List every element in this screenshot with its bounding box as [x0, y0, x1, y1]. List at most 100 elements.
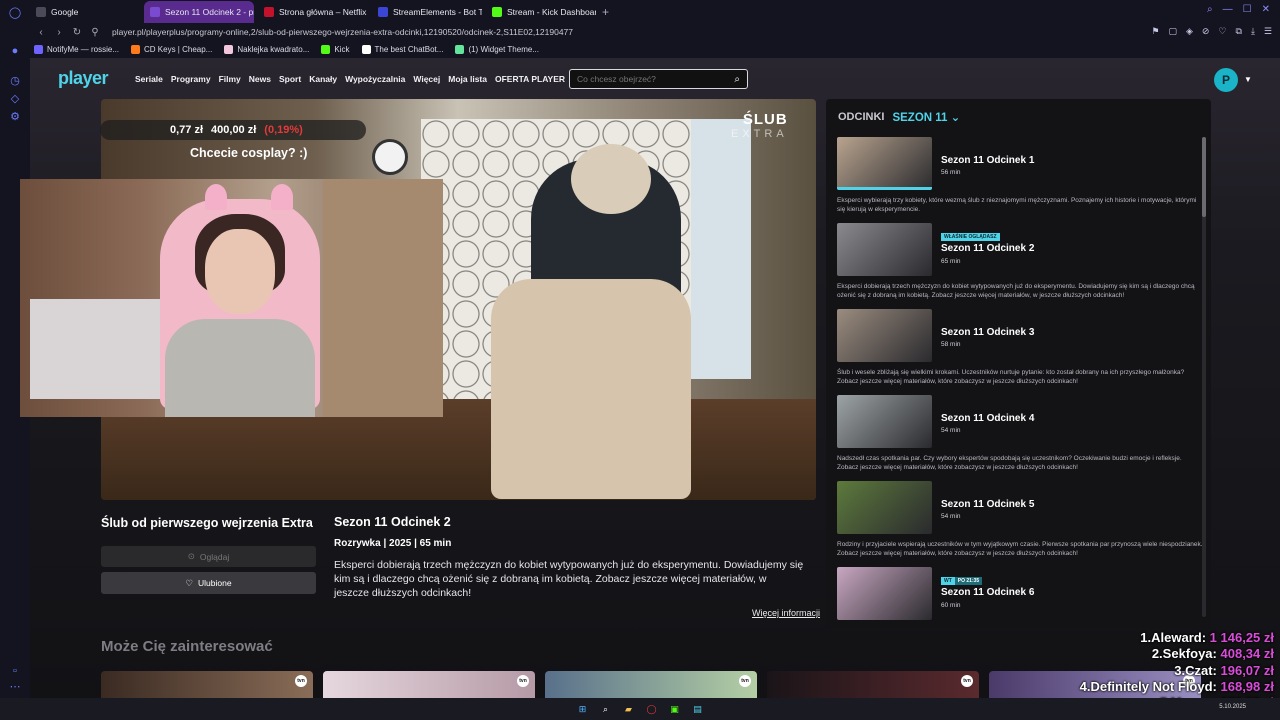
download-icon[interactable]: ⤓ [1251, 26, 1255, 37]
bookmark-item[interactable]: Kick [321, 44, 350, 54]
nav-item[interactable]: OFERTA PLAYER [495, 74, 565, 84]
recommend-title: Może Cię zainteresować [101, 638, 273, 655]
bookmark-icon[interactable]: ⚑ [1151, 26, 1159, 37]
nav-item[interactable]: Kanały [309, 74, 337, 84]
bookmark-item[interactable]: Naklejka kwadrato... [224, 44, 309, 54]
url-field[interactable]: player.pl/playerplus/programy-online,2/s… [112, 27, 573, 37]
bookmark-favicon-icon [224, 44, 234, 54]
episode-name[interactable]: Sezon 11 Odcinek 3 [941, 327, 1034, 338]
folder-icon[interactable]: ▰ [622, 703, 635, 716]
site-settings-icon[interactable]: ⚲ [88, 27, 102, 38]
snapshot-icon[interactable]: ▢ [1168, 26, 1177, 37]
heart-icon[interactable]: ♡ [1218, 26, 1226, 37]
episode-name[interactable]: Sezon 11 Odcinek 1 [941, 155, 1034, 166]
episode-thumbnail[interactable] [837, 481, 932, 534]
avatar[interactable]: P [1214, 68, 1238, 92]
episode-thumbnail[interactable] [837, 223, 932, 276]
episode-item[interactable]: Sezon 11 Odcinek 5 54 min Rodziny i przyja… [837, 481, 1203, 561]
nav-item[interactable]: Sport [279, 74, 301, 84]
recommend-card[interactable]: tvn [545, 671, 757, 698]
history-icon[interactable]: ◷ [8, 74, 22, 88]
episodes-scrollbar[interactable] [1202, 137, 1206, 617]
channel-logo: ŚLUB EXTRA [731, 111, 788, 140]
nav-item[interactable]: Programy [171, 74, 211, 84]
opera-logo-icon[interactable]: ◯ [8, 6, 22, 20]
browser-tab[interactable]: Stream - Kick Dashboard [486, 1, 596, 23]
donor-amount: 1 146,25 zł [1209, 630, 1274, 645]
new-tab-button[interactable]: + [602, 5, 609, 19]
episode-item[interactable]: Sezon 11 Odcinek 4 54 min Nadszedł czas sp… [837, 395, 1203, 475]
search-tabs-icon[interactable]: ⌕ [1207, 4, 1213, 15]
browser-tab[interactable]: Strona główna – Netflix [258, 1, 368, 23]
back-icon[interactable]: ‹ [34, 27, 48, 38]
episode-item[interactable]: Sezon 11 Odcinek 1 56 min Eksperci wybiera… [837, 137, 1203, 217]
easy-setup-icon[interactable]: ☰ [1264, 26, 1272, 37]
search-input[interactable] [577, 74, 727, 84]
bookmark-item[interactable]: NotifyMe — rossie... [34, 44, 119, 54]
browser-tab[interactable]: Google [30, 1, 140, 23]
search-icon[interactable]: ⌕ [599, 703, 612, 716]
browser-tab[interactable]: StreamElements - Bot Ti [372, 1, 482, 23]
episode-synopsis: Rodziny i przyjaciele wspierają uczestni… [837, 541, 1203, 557]
webcam-cat-ears [205, 184, 295, 214]
episode-name[interactable]: Sezon 11 Odcinek 5 [941, 499, 1034, 510]
bookmark-item[interactable]: The best ChatBot... [361, 44, 444, 54]
shield-icon[interactable]: ◈ [1186, 26, 1193, 37]
extensions-icon[interactable]: ⧉ [1236, 26, 1242, 37]
vpn-icon[interactable]: ⊘ [1202, 26, 1210, 37]
opera-icon[interactable]: ◯ [645, 703, 658, 716]
taskbar: ⊞ ⌕ ▰ ◯ ▣ ▤ 5.10.2025 [0, 698, 1280, 720]
start-icon[interactable]: ⊞ [576, 703, 589, 716]
close-icon[interactable]: ✕ [1262, 4, 1270, 15]
search-icon[interactable]: ⌕ [734, 74, 740, 85]
search-box[interactable]: ⌕ [569, 69, 748, 89]
settings-icon[interactable]: ⚙ [8, 110, 22, 124]
nav-item[interactable]: Wypożyczalnia [345, 74, 405, 84]
episode-name[interactable]: Sezon 11 Odcinek 6 [941, 587, 1034, 598]
episode-thumbnail[interactable] [837, 309, 932, 362]
chevron-down-icon: ⌄ [950, 112, 961, 124]
episode-thumbnail[interactable] [837, 137, 932, 190]
notepad-icon[interactable]: ▤ [691, 703, 704, 716]
chevron-down-icon[interactable]: ▼ [1244, 75, 1252, 84]
maximize-icon[interactable]: ☐ [1243, 4, 1252, 15]
episode-name[interactable]: Sezon 11 Odcinek 4 [941, 413, 1034, 424]
season-selector[interactable]: SEZON 11 ⌄ [892, 110, 960, 124]
recommend-card[interactable]: tvn [101, 671, 313, 698]
minimize-icon[interactable]: — [1223, 4, 1233, 15]
heart-icon: ♡ [185, 577, 194, 588]
episode-thumbnail[interactable] [837, 395, 932, 448]
nav-item[interactable]: News [249, 74, 271, 84]
rail-misc-icon[interactable]: ▫ [8, 664, 22, 678]
more-info-link[interactable]: Więcej informacji [752, 608, 820, 618]
nav-item[interactable]: Moja lista [448, 74, 487, 84]
forward-icon[interactable]: › [52, 27, 66, 38]
messenger-icon[interactable]: ● [8, 44, 22, 58]
bookmark-item[interactable]: CD Keys | Cheap... [131, 44, 212, 54]
scrollbar-thumb[interactable] [1202, 137, 1206, 217]
reload-icon[interactable]: ↻ [70, 27, 84, 38]
episode-thumbnail[interactable] [837, 567, 932, 620]
webcam-room [323, 179, 443, 417]
more-icon[interactable]: ⋯ [8, 680, 22, 694]
episode-name[interactable]: Sezon 11 Odcinek 2 [941, 243, 1034, 254]
tab-label: Stream - Kick Dashboard [507, 7, 596, 17]
bookmark-item[interactable]: (1) Widget Theme... [455, 44, 539, 54]
nav-item[interactable]: Więcej [413, 74, 440, 84]
app-icon[interactable]: ▣ [668, 703, 681, 716]
player-logo[interactable]: player [58, 68, 109, 89]
watch-progress-bar [837, 187, 932, 190]
favorite-button[interactable]: ♡ Ulubione [101, 572, 316, 594]
episode-item[interactable]: WŁAŚNIE OGLĄDASZ Sezon 11 Odcinek 2 65 min… [837, 223, 1203, 303]
bookmark-label: The best ChatBot... [374, 44, 444, 54]
episode-duration: 54 min [941, 513, 961, 520]
browser-tab[interactable]: Sezon 11 Odcinek 2 - pro [144, 1, 254, 23]
nav-item[interactable]: Seriale [135, 74, 163, 84]
player-icon[interactable]: ◇ [8, 92, 22, 106]
watch-button[interactable]: ⊙ Oglądaj [101, 546, 316, 567]
episode-item[interactable]: WT PO 21:35 Sezon 11 Odcinek 6 60 min [837, 567, 1203, 628]
recommend-card[interactable]: tvn [323, 671, 535, 698]
recommend-card[interactable]: tvn [767, 671, 979, 698]
nav-item[interactable]: Filmy [219, 74, 241, 84]
episode-item[interactable]: Sezon 11 Odcinek 3 58 min Ślub i wesele zb… [837, 309, 1203, 389]
